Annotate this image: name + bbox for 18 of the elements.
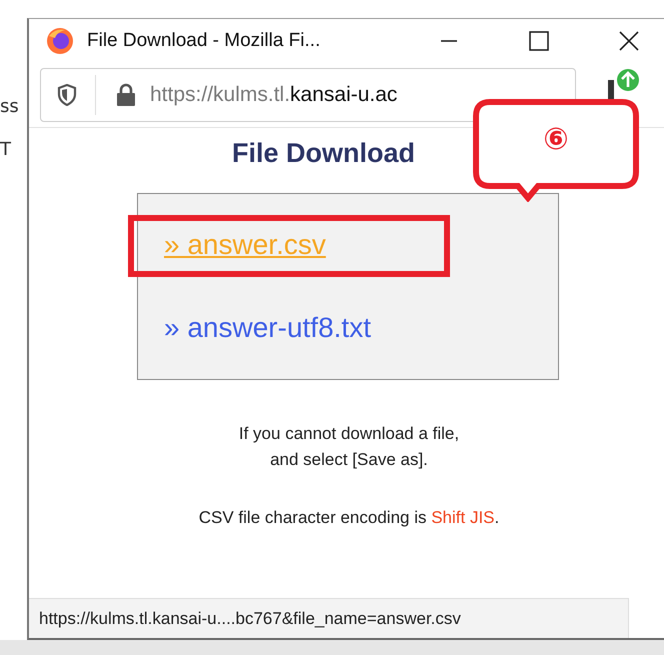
browser-logo-icon xyxy=(45,26,75,56)
download-link[interactable]: » answer-utf8.txt xyxy=(164,312,371,344)
help-text: and select [Save as]. xyxy=(270,450,428,470)
lock-icon xyxy=(116,83,136,107)
close-icon[interactable] xyxy=(619,31,639,51)
shield-icon xyxy=(57,84,77,106)
address-bar[interactable]: https://kulms.tl.kansai-u.ac xyxy=(40,68,576,122)
url-text: https://kulms.tl.kansai-u.ac xyxy=(150,83,398,107)
window-title: File Download - Mozilla Fi... xyxy=(87,30,322,52)
maximize-icon[interactable] xyxy=(529,31,549,51)
status-url: https://kulms.tl.kansai-u....bc767&file_name=answer.csv xyxy=(39,608,461,628)
background-text: ss xyxy=(0,96,20,117)
page-heading: File Download xyxy=(232,138,416,169)
update-badge-icon[interactable] xyxy=(606,68,640,102)
encoding-note: CSV file character encoding is Shift JIS. xyxy=(198,508,500,528)
step-number: ⑥ xyxy=(542,121,570,159)
help-text: If you cannot download a file, xyxy=(238,424,460,444)
background-text: T xyxy=(0,139,12,160)
